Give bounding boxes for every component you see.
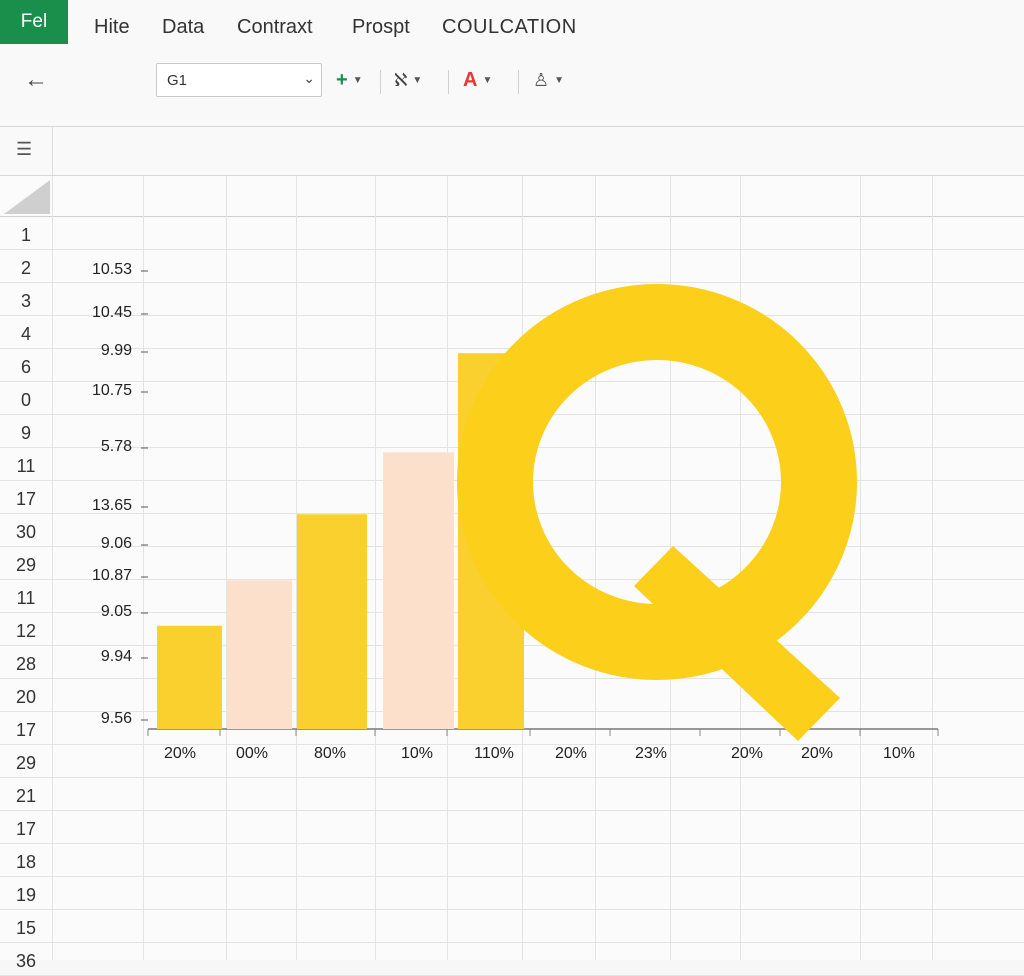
plus-icon: +: [336, 69, 348, 91]
x-tick-label: 20%: [163, 745, 197, 762]
list-icon[interactable]: ☰: [16, 139, 32, 160]
menu-item-contraxt[interactable]: Contraxt: [237, 16, 313, 39]
chevron-down-icon[interactable]: ⌄: [303, 70, 315, 87]
menu-item-prospt[interactable]: Prospt: [352, 16, 410, 39]
insert-button[interactable]: + ▼: [336, 66, 363, 94]
x-axis: 20% 00% 80% 10% 110% 20% 23% 20% 20% 10%: [0, 176, 1024, 960]
user-icon: ♙: [533, 70, 550, 90]
menu-item-hite[interactable]: Hite: [94, 16, 130, 39]
toolbar-separator: [518, 70, 519, 94]
x-tick-label: 10%: [882, 745, 916, 762]
chart[interactable]: 10.53 10.45 9.99 10.75 5.78 13.65 9.06 10.87 9.0…: [0, 176, 1024, 960]
menu-bar: Fel Hite Data Contraxt Prospt COULCATION: [0, 0, 1024, 56]
x-tick-label: 10%: [400, 745, 434, 762]
x-tick-label: 20%: [800, 745, 834, 762]
menu-item-data[interactable]: Data: [162, 16, 204, 39]
caret-down-icon: ▼: [482, 74, 493, 86]
x-tick-label: 00%: [235, 745, 269, 762]
format-painter-button[interactable]: ℵ ▼: [394, 66, 422, 94]
toolbar-separator: [448, 70, 449, 94]
back-arrow-icon[interactable]: ←: [24, 66, 48, 94]
menu-item-coulcation[interactable]: COULCATION: [442, 16, 577, 39]
caret-down-icon: ▼: [554, 75, 565, 87]
x-tick-label: 23%: [634, 745, 668, 762]
formula-divider: [52, 127, 53, 175]
caret-down-icon: ▼: [352, 74, 363, 86]
toolbar: ← G1 ⌄ + ▼ ℵ ▼ A ▼ ♙ ▼: [0, 56, 1024, 127]
font-color-icon: A: [463, 69, 478, 91]
name-box-value: G1: [167, 72, 188, 89]
formula-row: ☰: [0, 127, 1024, 176]
x-tick-label: 80%: [313, 745, 347, 762]
x-tick-label: 110%: [474, 745, 514, 762]
font-color-button[interactable]: A ▼: [463, 66, 492, 94]
caret-down-icon: ▼: [412, 75, 423, 87]
user-button[interactable]: ♙ ▼: [533, 66, 564, 94]
toolbar-separator: [380, 70, 381, 94]
spreadsheet-grid[interactable]: 1 2 3 4 6 0 9 11 17 30 29 11 12 28 20 17 29 21 17 18 19 15 36 …: [0, 176, 1024, 976]
file-tab[interactable]: Fel: [0, 0, 68, 44]
x-tick-label: 20%: [554, 745, 588, 762]
format-painter-icon: ℵ: [394, 70, 408, 90]
x-tick-label: 20%: [730, 745, 764, 762]
name-box[interactable]: G1 ⌄: [156, 63, 322, 97]
